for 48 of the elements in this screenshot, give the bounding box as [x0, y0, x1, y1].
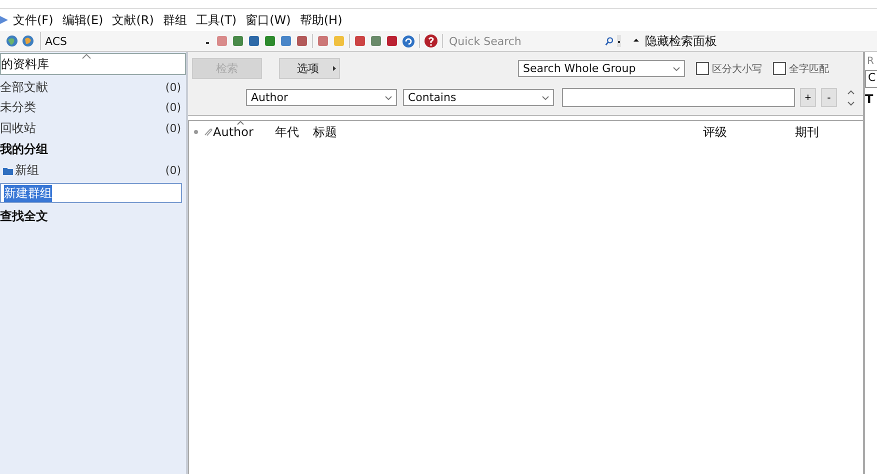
- field-dropdown[interactable]: Author: [246, 89, 397, 106]
- app-icon: [0, 13, 8, 27]
- group-item[interactable]: 回收站 (0): [0, 118, 186, 138]
- paperclip-icon: [203, 127, 213, 137]
- chevron-down-icon: [542, 96, 549, 100]
- group-item[interactable]: 新组 (0): [0, 160, 186, 181]
- globe-icon[interactable]: [6, 35, 18, 47]
- hide-search-panel-button[interactable]: ⏶ 隐藏检索面板: [633, 32, 717, 50]
- panel-button[interactable]: C: [865, 70, 877, 88]
- reference-title: T: [865, 91, 874, 106]
- chevron-down-icon: [385, 96, 392, 100]
- checkbox[interactable]: 区分大小写: [696, 62, 762, 76]
- group-name-field[interactable]: 新建群组: [0, 183, 182, 203]
- chevron-down-icon: [673, 66, 680, 70]
- checkbox[interactable]: 全字匹配: [773, 62, 829, 76]
- menu-item[interactable]: 编辑(E): [61, 12, 104, 28]
- help-icon[interactable]: [424, 34, 438, 48]
- add-row-button[interactable]: +: [800, 88, 816, 107]
- search-icon[interactable]: [605, 36, 613, 46]
- column-header[interactable]: 年代: [275, 121, 313, 143]
- menu-item[interactable]: 群组: [162, 12, 187, 28]
- section-heading: 查找全文: [0, 208, 49, 224]
- style-dropdown[interactable]: ACS: [40, 32, 212, 50]
- scroll-arrows-icon[interactable]: [847, 88, 855, 106]
- library-header[interactable]: 的资料库: [0, 53, 186, 75]
- quick-search-field[interactable]: Quick Search: [447, 33, 601, 49]
- section-heading: 我的分组: [0, 141, 49, 158]
- globe-icon[interactable]: [22, 35, 34, 47]
- menu-item[interactable]: 文献(R): [111, 12, 154, 28]
- scope-dropdown[interactable]: Search Whole Group: [518, 60, 685, 77]
- caret-icon: [333, 66, 336, 71]
- options-button[interactable]: 选项: [279, 58, 340, 79]
- menu-item[interactable]: 窗口(W): [244, 12, 291, 28]
- column-header[interactable]: 期刊: [795, 121, 850, 143]
- sort-caret-icon: [82, 54, 91, 59]
- remove-row-button[interactable]: -: [821, 88, 837, 107]
- column-header[interactable]: 评级: [703, 121, 795, 143]
- search-value-field[interactable]: [562, 88, 795, 107]
- column-header[interactable]: 标题: [313, 121, 703, 143]
- group-item[interactable]: 未分类 (0): [0, 98, 186, 118]
- menu-item[interactable]: 工具(T): [194, 12, 237, 28]
- panel-tab[interactable]: R: [865, 52, 877, 70]
- refresh-icon[interactable]: [402, 34, 415, 48]
- menu-item[interactable]: 文件(F): [12, 12, 54, 28]
- menu-item[interactable]: 帮助(H): [298, 12, 342, 28]
- operator-dropdown[interactable]: Contains: [403, 89, 554, 106]
- column-header[interactable]: Author: [213, 121, 275, 143]
- group-item[interactable]: 全部文献 (0): [0, 77, 186, 98]
